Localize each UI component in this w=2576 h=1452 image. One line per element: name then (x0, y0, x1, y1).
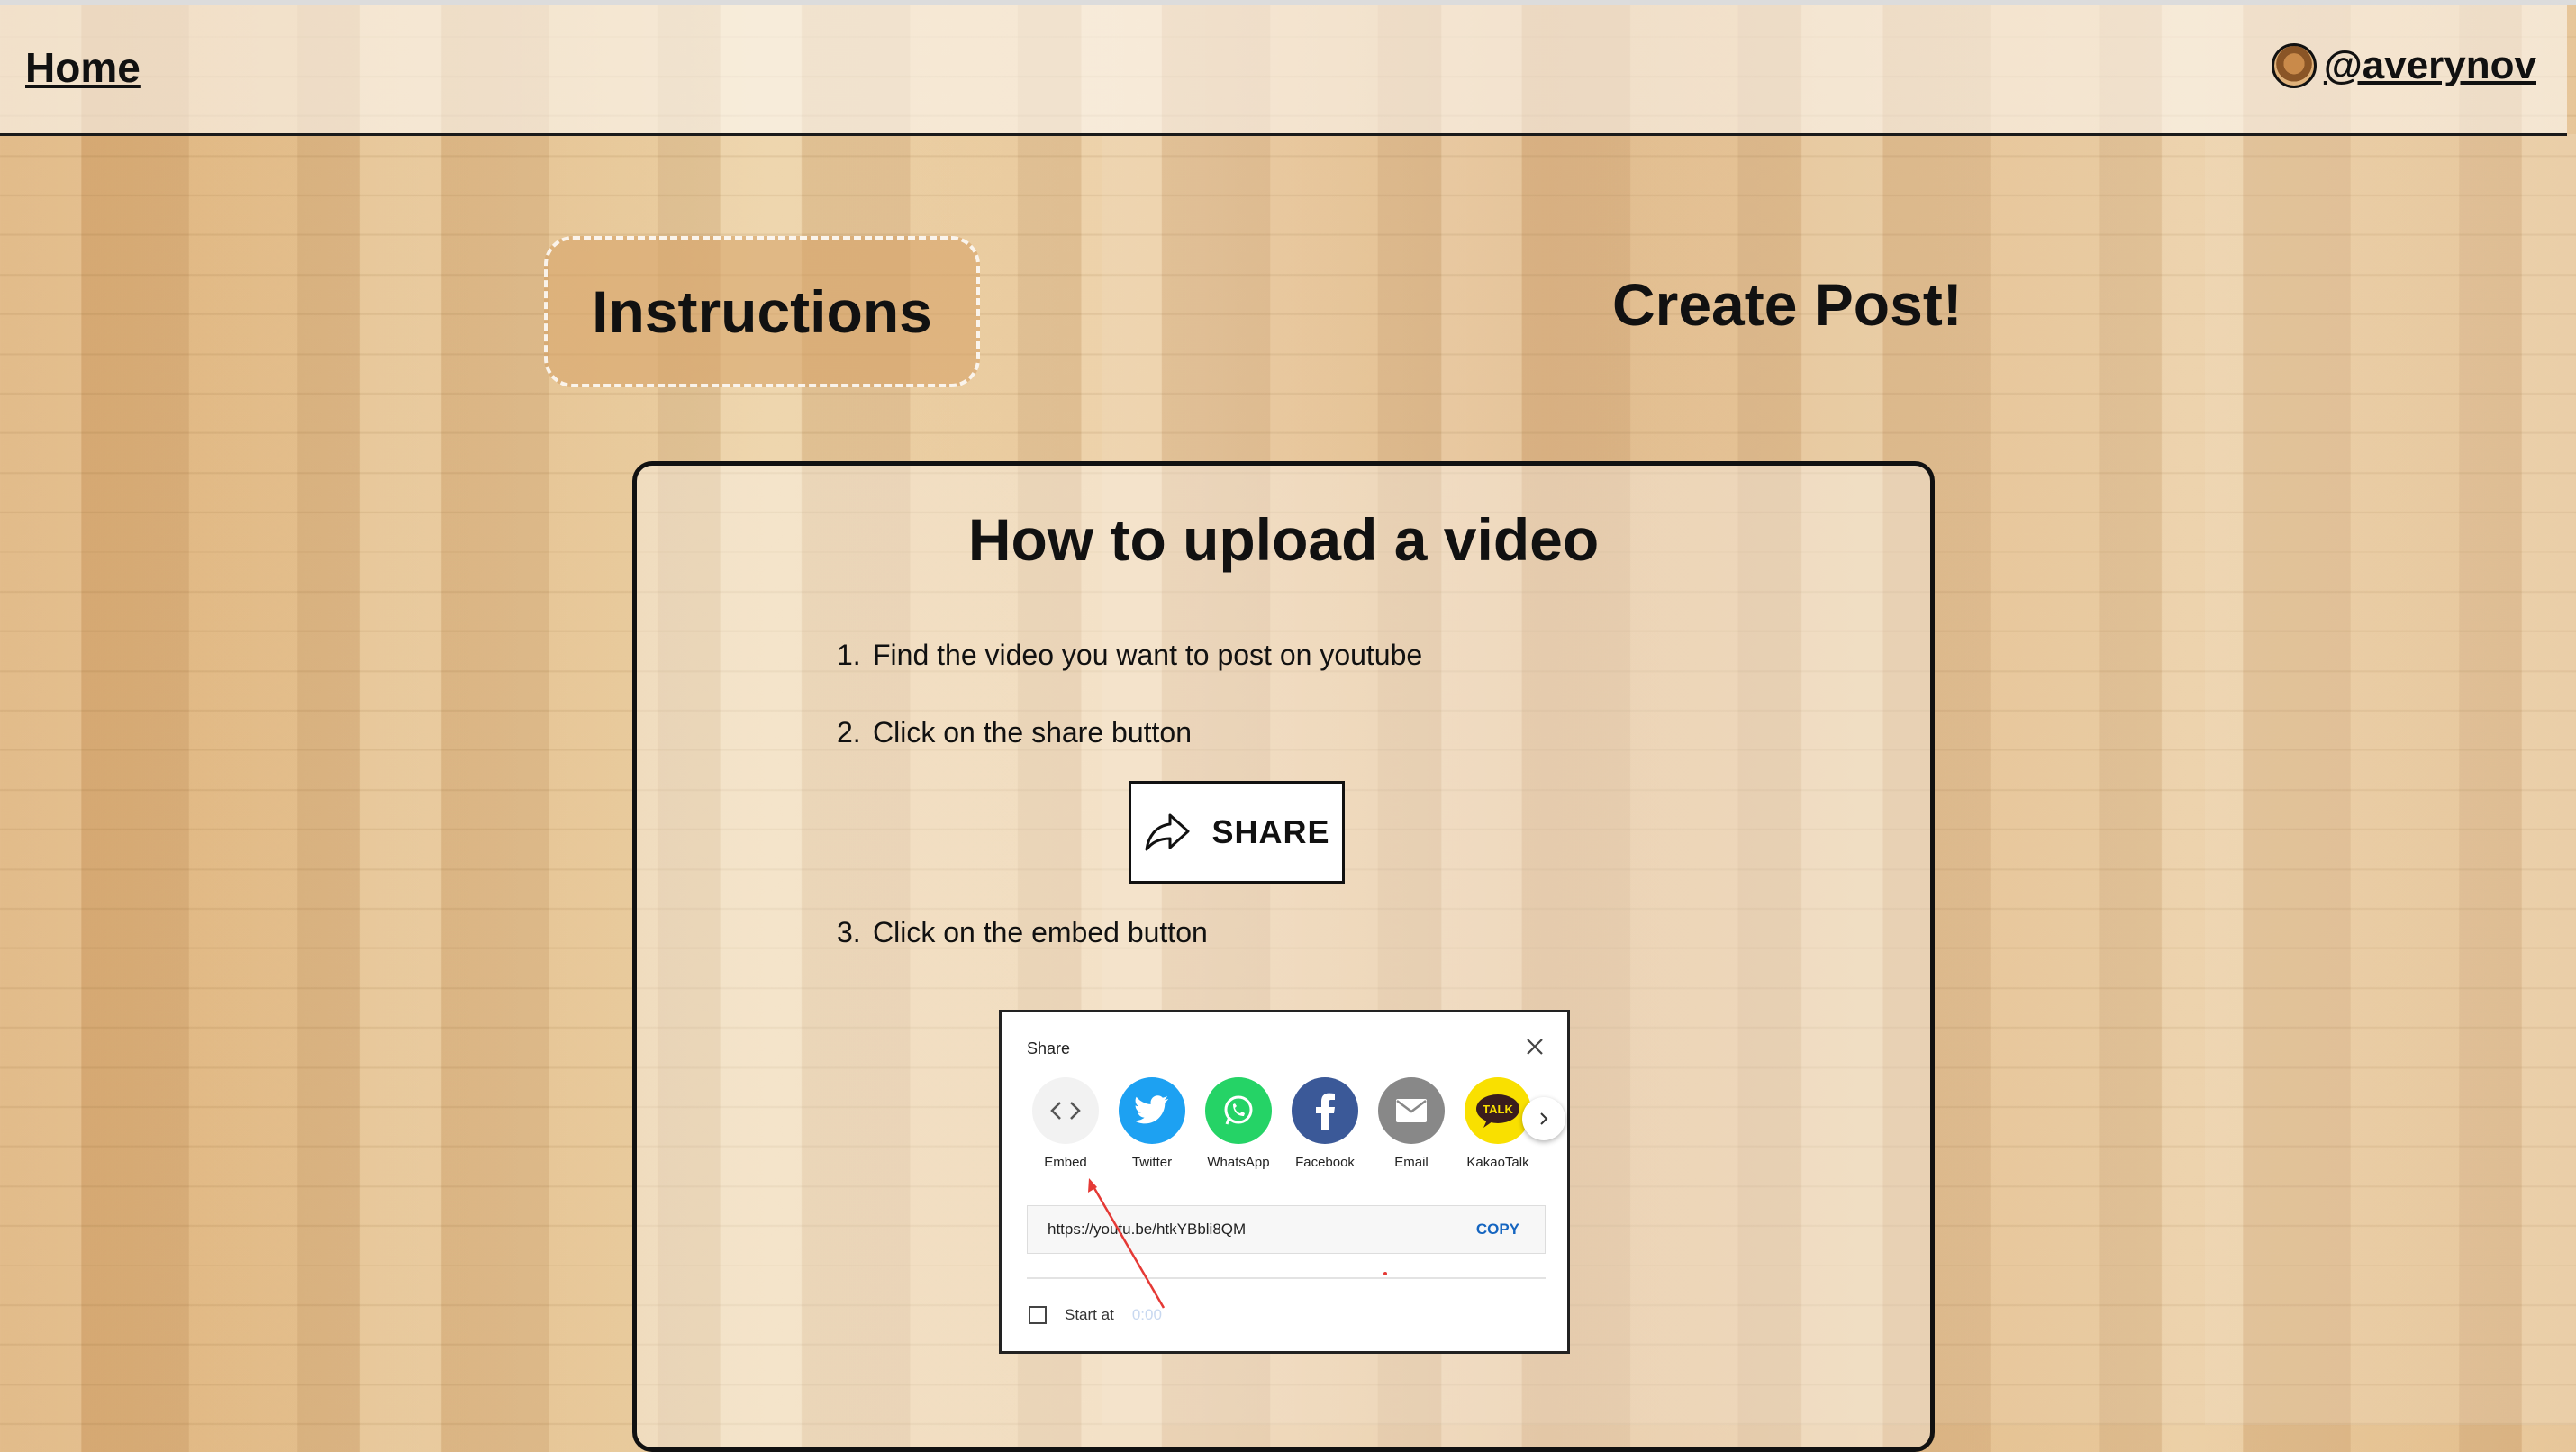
username[interactable]: @averynov (2324, 43, 2536, 88)
user-profile-link[interactable]: @averynov (2271, 43, 2536, 88)
share-option-embed: Embed (1032, 1077, 1099, 1170)
email-icon (1378, 1077, 1445, 1144)
step-text: Click on the embed button (873, 916, 1208, 948)
share-url-field: https://youtu.be/htkYBbli8QM COPY (1027, 1205, 1546, 1254)
step-number: 3. (837, 916, 861, 948)
share-option-facebook: Facebook (1292, 1077, 1358, 1170)
instructions-card: How to upload a video 1. Find the video y… (632, 461, 1935, 1452)
dialog-title: Share (1027, 1039, 1071, 1057)
share-option-label: Email (1394, 1155, 1429, 1170)
step-1: 1. Find the video you want to post on you… (837, 639, 1422, 672)
close-icon (1527, 1039, 1543, 1055)
annotation-arrow (1088, 1178, 1166, 1309)
step-3: 3. Click on the embed button (837, 916, 1208, 949)
step-2: 2. Click on the share button (837, 716, 1192, 749)
step-number: 1. (837, 639, 861, 671)
embed-icon (1032, 1077, 1099, 1144)
share-button-illustration: SHARE (1129, 781, 1345, 884)
home-link[interactable]: Home (25, 43, 141, 92)
step-number: 2. (837, 716, 861, 749)
share-option-kakaotalk: TALK KakaoTalk (1465, 1077, 1531, 1170)
background-panel-right (2205, 134, 2576, 1425)
facebook-icon (1292, 1077, 1358, 1144)
start-at-checkbox (1029, 1306, 1047, 1324)
tab-instructions[interactable]: Instructions (544, 236, 980, 387)
step-text: Click on the share button (873, 716, 1192, 749)
top-header: Home @averynov (0, 5, 2567, 136)
avatar (2271, 43, 2317, 88)
kakaotalk-icon: TALK (1465, 1077, 1531, 1144)
share-option-twitter: Twitter (1119, 1077, 1185, 1170)
tab-create-post[interactable]: Create Post! (1612, 270, 1963, 339)
step-text: Find the video you want to post on youtu… (873, 639, 1423, 671)
share-option-label: Facebook (1295, 1155, 1355, 1170)
kakao-badge-text: TALK (1483, 1103, 1513, 1116)
share-button-label: SHARE (1211, 813, 1330, 850)
share-dialog-illustration: Share Embed Twitter WhatsApp Facebook Em… (999, 1010, 1570, 1354)
share-option-email: Email (1378, 1077, 1445, 1170)
share-icons-row: Embed Twitter WhatsApp Facebook Email TA… (1032, 1077, 1531, 1170)
share-option-whatsapp: WhatsApp (1205, 1077, 1272, 1170)
share-url-text: https://youtu.be/htkYBbli8QM (1048, 1221, 1247, 1238)
start-at-time: 0:00 (1131, 1306, 1162, 1323)
annotation-dot (1383, 1272, 1387, 1275)
share-option-label: Embed (1044, 1155, 1087, 1170)
share-option-label: WhatsApp (1207, 1155, 1270, 1170)
start-at-row: Start at 0:00 (1029, 1306, 1162, 1324)
start-at-label: Start at (1065, 1306, 1114, 1323)
twitter-icon (1119, 1077, 1185, 1144)
copy-button: COPY (1475, 1221, 1519, 1238)
dialog-divider (1027, 1277, 1546, 1279)
share-option-label: Twitter (1131, 1155, 1173, 1170)
card-title: How to upload a video (967, 506, 1600, 573)
share-arrow-icon (1145, 813, 1190, 851)
chevron-right-icon (1522, 1097, 1565, 1140)
whatsapp-icon (1205, 1077, 1272, 1144)
share-option-label: KakaoTalk (1466, 1155, 1529, 1170)
